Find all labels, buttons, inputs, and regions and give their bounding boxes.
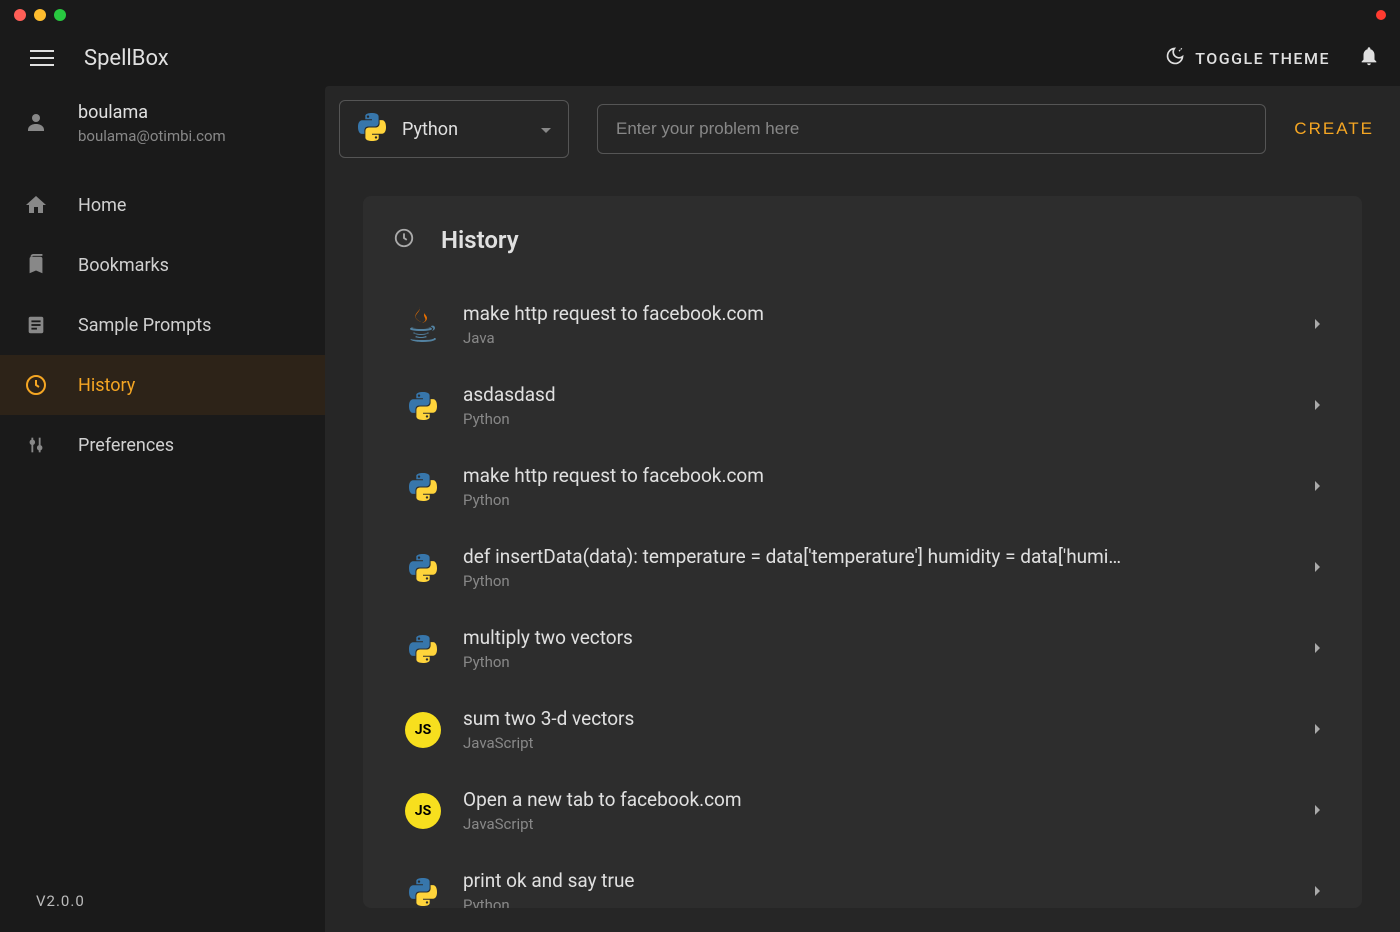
history-item-language: Python [463, 410, 1294, 428]
history-item[interactable]: make http request to facebook.com Python [393, 446, 1332, 527]
sidebar-item-sample-prompts[interactable]: Sample Prompts [0, 295, 325, 355]
history-item[interactable]: asdasdasd Python [393, 365, 1332, 446]
python-icon [403, 467, 443, 507]
python-icon [403, 386, 443, 426]
python-icon [403, 548, 443, 588]
nav-list: Home Bookmarks Sample Prompts History [0, 165, 325, 870]
sidebar-item-bookmarks[interactable]: Bookmarks [0, 235, 325, 295]
sidebar-item-preferences[interactable]: Preferences [0, 415, 325, 475]
python-icon [356, 111, 388, 147]
user-name: boulama [78, 102, 226, 123]
history-item[interactable]: print ok and say true Python [393, 851, 1332, 908]
history-item-title: Open a new tab to facebook.com [463, 788, 1294, 811]
user-profile[interactable]: boulama boulama@otimbi.com [0, 86, 325, 165]
clock-icon [393, 227, 415, 253]
history-item[interactable]: def insertData(data): temperature = data… [393, 527, 1332, 608]
sliders-icon [24, 433, 48, 457]
app-version: V2.0.0 [0, 870, 325, 932]
main-content: Python CREATE History [325, 86, 1400, 932]
sidebar-item-history[interactable]: History [0, 355, 325, 415]
notification-indicator [1376, 10, 1386, 20]
moon-icon [1165, 46, 1185, 70]
sidebar-item-label: Bookmarks [78, 255, 169, 276]
java-icon [403, 305, 443, 345]
sidebar-item-label: Home [78, 195, 126, 216]
python-icon [403, 629, 443, 669]
selected-language: Python [402, 119, 458, 140]
clock-icon [24, 373, 48, 397]
chevron-right-icon [1314, 801, 1322, 820]
app-title: SpellBox [84, 46, 169, 71]
history-item[interactable]: multiply two vectors Python [393, 608, 1332, 689]
chevron-right-icon [1314, 477, 1322, 496]
theme-toggle-label: TOGGLE THEME [1195, 49, 1330, 68]
sidebar-item-label: Preferences [78, 435, 174, 456]
language-select[interactable]: Python [339, 100, 569, 158]
history-item[interactable]: make http request to facebook.com Java [393, 284, 1332, 365]
header-right: TOGGLE THEME [1165, 45, 1380, 71]
history-item-title: def insertData(data): temperature = data… [463, 545, 1294, 568]
history-item-title: multiply two vectors [463, 626, 1294, 649]
history-item-title: make http request to facebook.com [463, 302, 1294, 325]
chevron-down-icon [540, 120, 552, 139]
history-item-title: sum two 3-d vectors [463, 707, 1294, 730]
document-icon [24, 313, 48, 337]
chevron-right-icon [1314, 396, 1322, 415]
window-minimize[interactable] [34, 9, 46, 21]
menu-button[interactable] [30, 50, 54, 66]
history-item-title: print ok and say true [463, 869, 1294, 892]
toolbar: Python CREATE [325, 86, 1400, 172]
history-item-language: Python [463, 653, 1294, 671]
history-item-language: Python [463, 491, 1294, 509]
header-left: SpellBox [30, 46, 169, 71]
history-panel: History make http request to facebook.co… [363, 196, 1362, 908]
create-button[interactable]: CREATE [1294, 119, 1374, 139]
history-item-language: Python [463, 572, 1294, 590]
sidebar-item-home[interactable]: Home [0, 175, 325, 235]
window-titlebar [0, 0, 1400, 30]
history-item-language: JavaScript [463, 734, 1294, 752]
history-list: make http request to facebook.com Java a… [393, 284, 1332, 908]
chevron-right-icon [1314, 558, 1322, 577]
bookmark-icon [24, 253, 48, 277]
panel-header: History [393, 226, 1332, 254]
javascript-icon: JS [403, 791, 443, 831]
history-item-title: asdasdasd [463, 383, 1294, 406]
chevron-right-icon [1314, 639, 1322, 658]
window-close[interactable] [14, 9, 26, 21]
history-item-language: JavaScript [463, 815, 1294, 833]
chevron-right-icon [1314, 720, 1322, 739]
app-header: SpellBox TOGGLE THEME [0, 30, 1400, 86]
theme-toggle[interactable]: TOGGLE THEME [1165, 46, 1330, 70]
window-maximize[interactable] [54, 9, 66, 21]
user-email: boulama@otimbi.com [78, 127, 226, 145]
history-item-language: Java [463, 329, 1294, 347]
history-item-title: make http request to facebook.com [463, 464, 1294, 487]
history-item-language: Python [463, 896, 1294, 908]
panel-title: History [441, 226, 519, 254]
python-icon [403, 872, 443, 909]
window-controls [14, 9, 66, 21]
sidebar: boulama boulama@otimbi.com Home Bookmark… [0, 86, 325, 932]
home-icon [24, 193, 48, 217]
history-item[interactable]: JS sum two 3-d vectors JavaScript [393, 689, 1332, 770]
sidebar-item-label: History [78, 375, 135, 396]
javascript-icon: JS [403, 710, 443, 750]
chevron-right-icon [1314, 882, 1322, 901]
sidebar-item-label: Sample Prompts [78, 315, 211, 336]
history-item[interactable]: JS Open a new tab to facebook.com JavaSc… [393, 770, 1332, 851]
problem-input[interactable] [597, 104, 1266, 154]
notifications-button[interactable] [1358, 45, 1380, 71]
user-avatar-icon [24, 110, 48, 138]
chevron-right-icon [1314, 315, 1322, 334]
